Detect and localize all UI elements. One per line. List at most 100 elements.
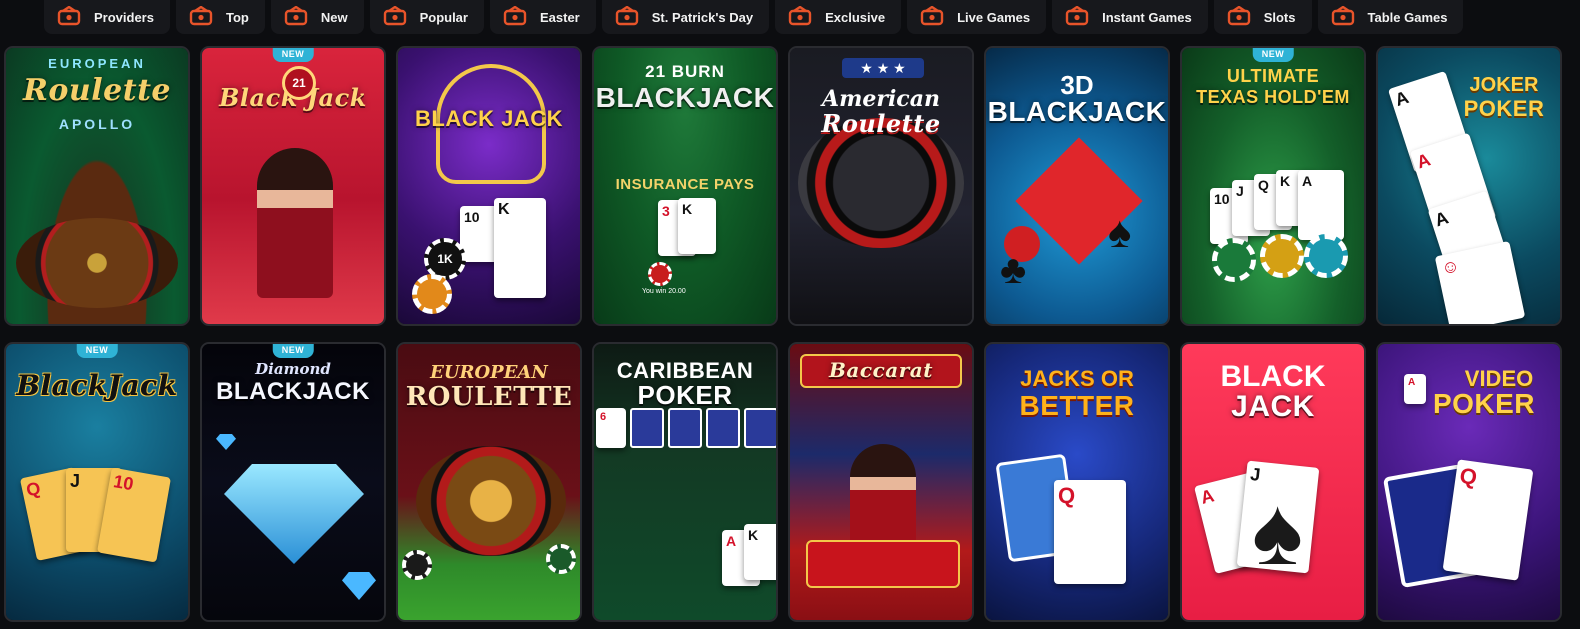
chip-icon [648, 262, 672, 286]
chip-icon [1260, 234, 1304, 278]
game-tile-joker-poker[interactable]: A A A ☺ JOKER POKER [1376, 46, 1562, 326]
game-title: ROULETTE [405, 382, 573, 412]
game-tile-3d-blackjack[interactable]: ♠ ♣ 3D BLACKJACK [984, 46, 1170, 326]
club-icon: ♣ [1000, 248, 1027, 292]
card-back [706, 408, 740, 448]
game-tile-american-roulette[interactable]: ★ ★ ★ American Roulette [788, 46, 974, 326]
playing-card: A [1298, 170, 1344, 240]
game-pretitle: BLACK [1220, 360, 1326, 393]
nav-live-games[interactable]: Live Games [907, 0, 1047, 34]
game-subtitle: APOLLO [58, 116, 136, 132]
game-pretitle: EUROPEAN [430, 362, 548, 383]
game-pretitle: JACKS OR [1020, 366, 1134, 391]
nav-label: Popular [419, 9, 468, 25]
nav-label: St. Patrick's Day [651, 9, 754, 25]
game-pretitle: 21 BURN [645, 62, 725, 81]
game-title: Roulette [821, 109, 941, 138]
playing-card: A [1404, 374, 1426, 404]
easter-icon [502, 5, 528, 28]
roulette-wheel-icon [416, 446, 566, 556]
dealer-figure [257, 148, 333, 298]
nav-label: Providers [94, 9, 154, 25]
nav-instant-games[interactable]: Instant Games [1052, 0, 1208, 34]
game-title: BlackJack [16, 369, 178, 402]
game-title: BLACKJACK [595, 82, 775, 113]
nav-new[interactable]: New [270, 0, 364, 34]
win-message: You win 20.00 [642, 288, 686, 295]
exclusive-icon [787, 5, 813, 28]
nav-label: Top [225, 9, 249, 25]
game-tile-ultimate-texas-holdem[interactable]: NEW ULTIMATE TEXAS HOLD'EM 10 J Q K A [1180, 46, 1366, 326]
game-tile-european-roulette[interactable]: EUROPEAN ROULETTE [396, 342, 582, 622]
game-title: BETTER [1019, 390, 1135, 421]
roulette-wheel-icon [16, 218, 178, 308]
card-back [744, 408, 776, 448]
spade-icon: ♠ [1108, 208, 1132, 257]
providers-icon [56, 5, 82, 28]
nav-providers[interactable]: Providers [44, 0, 170, 34]
live-games-icon [919, 5, 945, 28]
nav-label: Table Games [1367, 9, 1448, 25]
stars-banner: ★ ★ ★ [842, 58, 924, 78]
game-tile-diamond-blackjack[interactable]: NEW Diamond BLACKJACK [200, 342, 386, 622]
nav-label: New [320, 9, 348, 25]
game-title: Roulette [22, 73, 172, 108]
game-title: POKER [1463, 96, 1545, 121]
game-title: POKER [1432, 388, 1536, 419]
card-back [630, 408, 664, 448]
game-subtitle: INSURANCE PAYS [615, 176, 755, 193]
playing-card: Q [1442, 459, 1534, 581]
nav-label: Exclusive [825, 9, 886, 25]
top-icon [188, 5, 214, 28]
nav-easter[interactable]: Easter [489, 0, 596, 34]
nav-top[interactable]: Top [175, 0, 265, 34]
card-back [668, 408, 702, 448]
playing-card: 6 [596, 408, 626, 448]
instant-games-icon [1064, 5, 1090, 28]
chip-icon [546, 544, 576, 574]
game-tile-baccarat[interactable]: Baccarat [788, 342, 974, 622]
chip-icon [1212, 238, 1256, 282]
nav-popular[interactable]: Popular [369, 0, 484, 34]
slots-icon [1226, 5, 1252, 28]
game-pretitle: Diamond [255, 360, 331, 378]
game-tile-black-jack-dealer[interactable]: NEW Black Jack 21 [200, 46, 386, 326]
game-tile-caribbean-poker[interactable]: CARIBBEAN POKER 6 A K [592, 342, 778, 622]
game-tile-21-burn-blackjack[interactable]: 21 BURN BLACKJACK INSURANCE PAYS 3 K You… [592, 46, 778, 326]
game-title: BLACKJACK [216, 378, 370, 405]
chip-icon [402, 550, 432, 580]
game-tile-blackjack-gold[interactable]: NEW BlackJack Q J 10 [4, 342, 190, 622]
game-tile-jacks-or-better[interactable]: JACKS OR BETTER Q [984, 342, 1170, 622]
game-title: TEXAS HOLD'EM [1196, 87, 1350, 107]
nav-label: Instant Games [1102, 9, 1192, 25]
table-games-icon [1330, 5, 1356, 28]
nav-st-patricks-day[interactable]: St. Patrick's Day [601, 0, 770, 34]
nav-exclusive[interactable]: Exclusive [775, 0, 902, 34]
playing-card: K [744, 524, 776, 580]
game-title: BLACK JACK [415, 106, 563, 131]
game-title: BLACKJACK [987, 96, 1167, 127]
playing-card: K [678, 198, 716, 254]
game-pretitle: ULTIMATE [1226, 66, 1320, 86]
game-pretitle: JOKER [1469, 74, 1539, 96]
chip-21: 21 [282, 66, 316, 100]
dealer-figure [850, 444, 916, 554]
game-tile-video-poker[interactable]: VIDEO POKER A Q [1376, 342, 1562, 622]
new-badge: NEW [1252, 48, 1294, 62]
game-tile-black-jack-pink[interactable]: BLACK JACK A J ♠ [1180, 342, 1366, 622]
new-badge: NEW [272, 344, 314, 358]
popular-icon [382, 5, 408, 28]
category-nav: Providers Top New Popular Easter St. Pat… [0, 0, 1580, 36]
chip-icon [412, 274, 452, 314]
joker-card: ☺ [1434, 240, 1526, 324]
game-tile-european-roulette-apollo[interactable]: EUROPEAN Roulette APOLLO [4, 46, 190, 326]
game-title: JACK [1231, 390, 1315, 423]
nav-table-games[interactable]: Table Games [1317, 0, 1464, 34]
nav-label: Slots [1263, 9, 1296, 25]
new-badge: NEW [272, 48, 314, 62]
game-tile-black-jack-spade[interactable]: BLACK JACK 10 K 1K [396, 46, 582, 326]
playing-card: Q [1054, 480, 1126, 584]
nav-slots[interactable]: Slots [1213, 0, 1312, 34]
card-table [806, 540, 960, 588]
chip-icon [1304, 234, 1348, 278]
